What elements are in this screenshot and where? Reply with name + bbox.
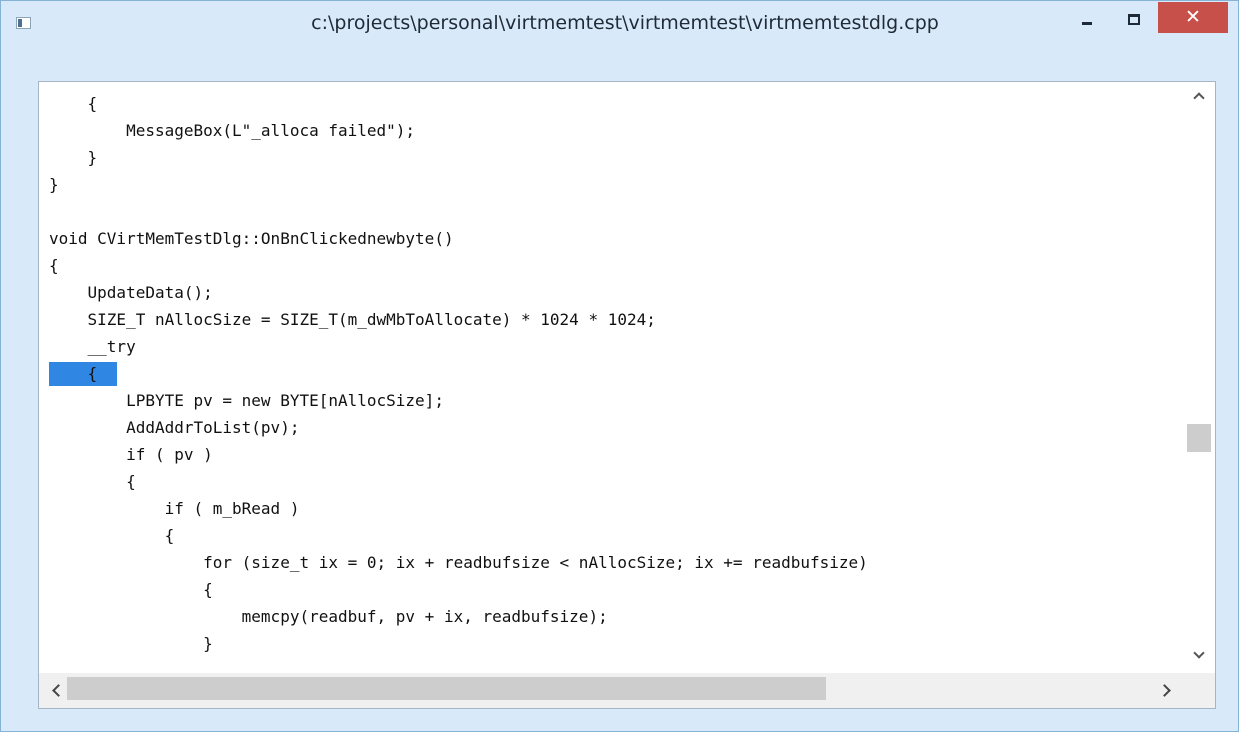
code-line[interactable]: { <box>49 522 868 549</box>
code-line[interactable]: if ( pv ) <box>49 441 868 468</box>
code-line[interactable]: } <box>49 144 868 171</box>
code-line[interactable]: { <box>49 360 868 387</box>
vertical-scrollbar[interactable] <box>1183 82 1215 673</box>
code-editor[interactable]: { MessageBox(L"_alloca failed"); }} void … <box>38 81 1216 709</box>
scroll-right-icon[interactable] <box>1153 673 1183 708</box>
code-line[interactable]: } <box>49 630 868 657</box>
window-title: c:\projects\personal\virtmemtest\virtmem… <box>311 12 939 34</box>
code-line[interactable]: { <box>49 576 868 603</box>
code-line[interactable]: } <box>49 171 868 198</box>
minimize-button[interactable] <box>1073 11 1101 33</box>
close-button[interactable]: ✕ <box>1158 2 1228 33</box>
code-line[interactable]: MessageBox(L"_alloca failed"); <box>49 117 868 144</box>
code-line[interactable]: SIZE_T nAllocSize = SIZE_T(m_dwMbToAlloc… <box>49 306 868 333</box>
vertical-scroll-thumb[interactable] <box>1187 424 1211 452</box>
title-bar[interactable]: c:\projects\personal\virtmemtest\virtmem… <box>1 1 1238 49</box>
window: c:\projects\personal\virtmemtest\virtmem… <box>0 0 1239 732</box>
code-line[interactable]: void CVirtMemTestDlg::OnBnClickednewbyte… <box>49 225 868 252</box>
app-icon[interactable] <box>16 17 31 29</box>
code-line[interactable]: { <box>49 90 868 117</box>
scroll-left-icon[interactable] <box>39 673 69 708</box>
code-line[interactable] <box>49 198 868 225</box>
code-line[interactable]: UpdateData(); <box>49 279 868 306</box>
code-line[interactable]: { <box>49 252 868 279</box>
scrollbar-corner <box>1183 673 1215 708</box>
code-line[interactable]: if ( m_bRead ) <box>49 495 868 522</box>
scroll-up-icon[interactable] <box>1183 82 1215 112</box>
close-icon: ✕ <box>1185 6 1201 28</box>
code-line[interactable]: AddAddrToList(pv); <box>49 414 868 441</box>
code-text[interactable]: { MessageBox(L"_alloca failed"); }} void … <box>49 90 868 657</box>
horizontal-scroll-thumb[interactable] <box>67 677 826 700</box>
code-line[interactable]: memcpy(readbuf, pv + ix, readbufsize); <box>49 603 868 630</box>
scroll-down-icon[interactable] <box>1183 643 1215 673</box>
code-line[interactable]: LPBYTE pv = new BYTE[nAllocSize]; <box>49 387 868 414</box>
code-line[interactable]: for (size_t ix = 0; ix + readbufsize < n… <box>49 549 868 576</box>
code-line[interactable]: __try <box>49 333 868 360</box>
code-line[interactable]: { <box>49 468 868 495</box>
code-view[interactable]: { MessageBox(L"_alloca failed"); }} void … <box>39 82 1183 673</box>
maximize-button[interactable] <box>1120 11 1148 33</box>
horizontal-scrollbar[interactable] <box>39 673 1183 708</box>
